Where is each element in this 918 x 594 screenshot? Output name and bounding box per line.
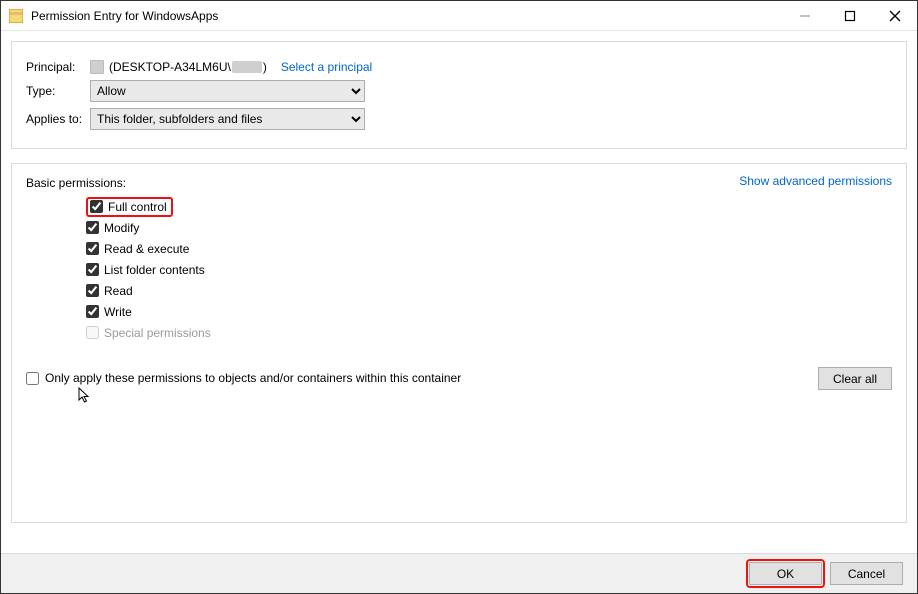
permission-checkbox [86,326,99,339]
permission-item: Read [86,280,892,301]
permission-item: Special permissions [86,322,892,343]
only-apply-checkbox[interactable] [26,372,39,385]
applies-label: Applies to: [26,112,90,126]
principal-value: (DESKTOP-A34LM6U\) [90,60,267,74]
permission-item: Full control [86,196,892,217]
permission-label: Modify [104,221,139,235]
only-apply-label: Only apply these permissions to objects … [45,371,461,385]
cursor-icon [78,387,92,408]
titlebar: Permission Entry for WindowsApps [1,1,917,31]
user-icon [90,60,104,74]
redacted-user [232,61,262,73]
principal-panel: Principal: (DESKTOP-A34LM6U\) Select a p… [11,41,907,149]
cancel-button[interactable]: Cancel [830,562,903,585]
permissions-panel: Basic permissions: Show advanced permiss… [11,163,907,523]
permission-item: Read & execute [86,238,892,259]
permission-label: Full control [108,200,167,214]
permission-checkbox[interactable] [86,221,99,234]
permission-label: Read [104,284,133,298]
type-label: Type: [26,84,90,98]
principal-text-prefix: (DESKTOP-A34LM6U\ [109,60,231,74]
applies-select[interactable]: This folder, subfolders and files [90,108,365,130]
permission-checkbox[interactable] [86,284,99,297]
close-button[interactable] [872,1,917,30]
show-advanced-link[interactable]: Show advanced permissions [739,174,892,188]
permission-checkbox[interactable] [90,200,103,213]
permission-item: Modify [86,217,892,238]
permission-item: Write [86,301,892,322]
window-title: Permission Entry for WindowsApps [31,9,782,23]
ok-button[interactable]: OK [749,562,822,585]
folder-icon [9,9,23,23]
permission-label: Read & execute [104,242,189,256]
permission-item: List folder contents [86,259,892,280]
principal-label: Principal: [26,60,90,74]
permission-label: Special permissions [104,326,211,340]
select-principal-link[interactable]: Select a principal [281,60,372,74]
permission-checkbox[interactable] [86,263,99,276]
permission-checkbox[interactable] [86,305,99,318]
permission-checkbox[interactable] [86,242,99,255]
permission-label: List folder contents [104,263,205,277]
principal-text-suffix: ) [263,60,267,74]
maximize-button[interactable] [827,1,872,30]
type-select[interactable]: Allow [90,80,365,102]
permission-label: Write [104,305,132,319]
clear-all-button[interactable]: Clear all [818,367,892,390]
dialog-footer: OK Cancel [1,553,917,593]
minimize-button[interactable] [782,1,827,30]
permission-list: Full control Modify Read & execute List fol… [86,196,892,343]
